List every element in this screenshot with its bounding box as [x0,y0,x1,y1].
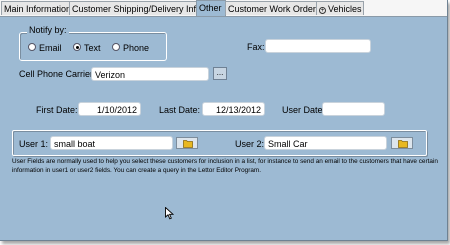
user1-browse-button[interactable] [176,137,198,149]
user1-label: User 1: [19,139,49,149]
tab-label: Customer Shipping/Delivery Info [72,4,202,14]
last-date-field[interactable]: 12/13/2012 [202,102,265,116]
user2-browse-button[interactable] [391,137,413,149]
mouse-cursor-icon [165,207,174,220]
radio-phone[interactable]: Phone [112,42,149,54]
tab-customer-work-orders[interactable]: Customer Work Orders [225,1,321,15]
tab-label: Other [199,3,222,13]
tab-label: Main Information [4,4,72,14]
notify-by-legend: Notify by: [27,25,69,35]
customer-form-panel: Main Information Customer Shipping/Deliv… [0,0,448,241]
tab-other[interactable]: Other [196,0,226,16]
radio-email[interactable]: Email [28,42,62,54]
tab-customer-shipping-delivery-info[interactable]: Customer Shipping/Delivery Info [69,1,201,15]
radio-label: Text [84,43,101,53]
cell-phone-carrier-field[interactable]: Verizon [91,67,209,81]
radio-indicator [112,43,120,51]
user-date-label: User Date: [282,105,326,115]
user1-field[interactable]: small boat [50,136,173,150]
user-fields-help-text: User Fields are normally used to help yo… [12,158,438,174]
folder-icon [398,140,408,148]
user2-field[interactable]: Small Car [264,136,387,150]
radio-label: Phone [123,43,150,53]
tab-vehicles[interactable]: + Vehicles [316,1,364,15]
tab-label: Customer Work Orders [228,4,321,14]
radio-text[interactable]: Text [73,42,101,54]
user-date-field[interactable] [322,102,385,116]
radio-indicator [28,43,36,51]
fax-field[interactable] [265,39,371,53]
user2-label: User 2: [235,139,265,149]
carrier-lookup-button[interactable]: ... [213,67,227,80]
folder-icon [183,140,193,148]
radio-label: Email [39,43,62,53]
tab-strip: Main Information Customer Shipping/Deliv… [0,0,447,17]
vehicles-icon: + [319,7,326,14]
fax-label: Fax: [247,42,265,52]
tab-label: Vehicles [328,4,362,14]
tab-main-information[interactable]: Main Information [1,1,72,15]
last-date-label: Last Date: [159,105,201,115]
cell-phone-carrier-label: Cell Phone Carrier: [19,69,96,79]
first-date-field[interactable]: 1/10/2012 [78,102,141,116]
first-date-label: First Date: [36,105,78,115]
radio-indicator-selected [73,43,81,51]
